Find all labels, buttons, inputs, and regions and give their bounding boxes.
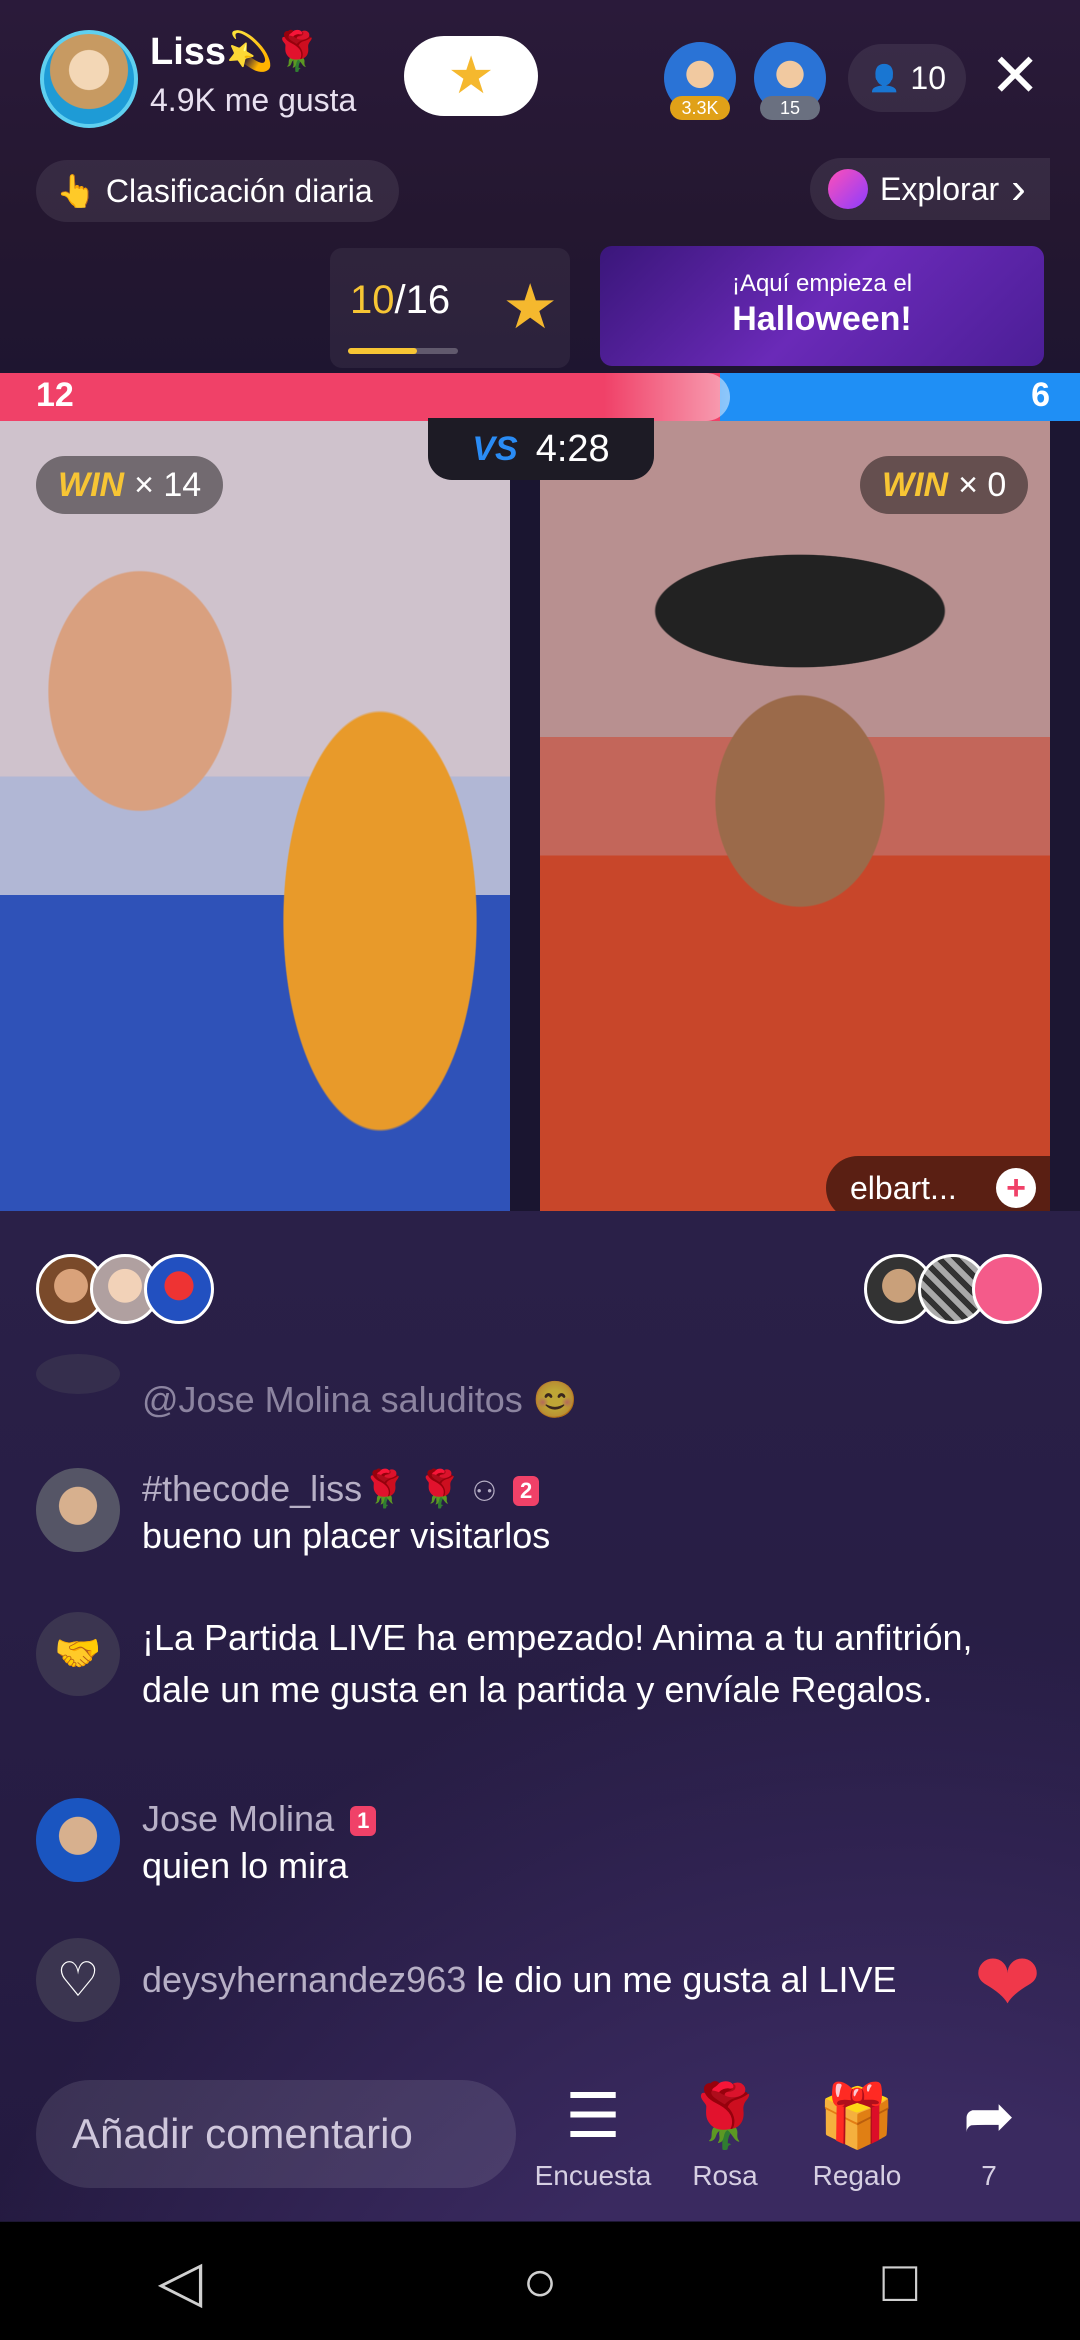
goal-progress-fill	[348, 348, 417, 354]
comment-input[interactable]: Añadir comentario	[36, 2080, 516, 2188]
goal-total: /16	[394, 278, 451, 322]
chat-message-text: quien lo mira	[142, 1845, 349, 1886]
chat-message[interactable]: #thecode_liss🌹 🌹 ⚇ 2 bueno un placer vis…	[36, 1468, 1046, 1562]
host-avatar[interactable]	[40, 30, 138, 128]
handshake-icon: 🤝	[36, 1612, 120, 1696]
poll-button[interactable]: ☰ Encuesta	[528, 2082, 658, 2192]
follow-button[interactable]: ★	[404, 36, 538, 116]
rose-icon: 🌹	[686, 2082, 764, 2151]
system-message-text: ¡La Partida LIVE ha empezado! Anima a tu…	[142, 1617, 973, 1710]
heart-outline-icon: ♡	[36, 1938, 120, 2022]
top-viewer-avatar-1[interactable]: 3.3K	[664, 42, 736, 120]
chat-avatar	[36, 1354, 120, 1394]
blue-team-score-bar	[720, 373, 1080, 421]
right-score: 6	[1031, 376, 1050, 414]
chat-username[interactable]: Jose Molina 1	[142, 1798, 377, 1840]
top-viewer-avatar-2[interactable]: 15	[754, 42, 826, 120]
rose-button[interactable]: 🌹 Rosa	[660, 2082, 790, 2192]
back-icon[interactable]: ◁	[80, 2247, 280, 2315]
level-badge: 2	[512, 1476, 540, 1507]
share-button[interactable]: ➦ 7	[924, 2082, 1054, 2192]
chat-message-text: bueno un placer visitarlos	[142, 1515, 551, 1556]
share-count: 7	[981, 2160, 997, 2191]
win-label: WIN	[58, 465, 125, 504]
system-navigation-bar: ◁ ○ □	[0, 2222, 1080, 2340]
vs-logo-icon: VS	[472, 429, 518, 468]
video-divider	[510, 421, 540, 1231]
floating-heart-icon: ❤	[974, 1938, 1042, 2027]
explore-label: Explorar	[880, 170, 1000, 207]
win-label: WIN	[882, 465, 949, 504]
banner-line-2: Halloween!	[732, 300, 912, 338]
left-gifter-avatar-3[interactable]	[144, 1254, 214, 1324]
goal-progress-text: 10/16	[350, 278, 450, 323]
chevron-right-icon: ›	[1011, 164, 1026, 213]
left-win-count: × 14	[134, 465, 202, 504]
daily-ranking-button[interactable]: 👆 Clasificación diaria	[36, 160, 399, 222]
chat-avatar[interactable]	[36, 1468, 120, 1552]
home-icon[interactable]: ○	[440, 2248, 640, 2315]
gift-icon: 🎁	[818, 2082, 896, 2151]
liker-username[interactable]: deysyhernandez963	[142, 1959, 466, 2000]
gift-label: Regalo	[812, 2160, 902, 2191]
goal-progress-bar	[348, 348, 458, 354]
like-notification: ♡ deysyhernandez963 le dio un me gusta a…	[36, 1938, 1046, 2022]
level-badge: 1	[350, 1806, 377, 1837]
chat-background	[0, 1211, 1080, 2221]
star-goal-widget[interactable]: 10/16 ★	[330, 248, 570, 368]
right-gifter-avatar-3[interactable]	[972, 1254, 1042, 1324]
plus-icon[interactable]: +	[996, 1168, 1036, 1208]
rose-label: Rosa	[692, 2160, 758, 2191]
star-icon: ★	[502, 273, 558, 342]
explore-button[interactable]: Explorar ›	[810, 158, 1050, 220]
battle-timer: VS 4:28	[428, 418, 654, 480]
close-icon[interactable]: ✕	[990, 46, 1040, 106]
score-divider-marker	[604, 373, 730, 421]
person-icon: 👤	[868, 62, 901, 93]
host-video-feed[interactable]	[0, 421, 510, 1211]
timer-value: 4:28	[535, 427, 610, 470]
banner-line-1: ¡Aquí empieza el	[731, 270, 913, 297]
gift-button[interactable]: 🎁 Regalo	[792, 2082, 922, 2192]
chat-message[interactable]: Jose Molina 1 quien lo mira	[36, 1798, 1046, 1892]
left-score: 12	[36, 376, 74, 414]
daily-ranking-label: Clasificación diaria	[105, 172, 373, 209]
halloween-banner[interactable]: ¡Aquí empieza el Halloween!	[600, 246, 1044, 366]
right-win-streak: WIN × 0	[860, 456, 1029, 514]
right-win-count: × 0	[958, 465, 1007, 504]
chat-avatar[interactable]	[36, 1798, 120, 1882]
share-icon: ➦	[963, 2082, 1015, 2151]
opponent-video-feed[interactable]	[540, 421, 1050, 1211]
opponent-name: elbart...	[850, 1169, 957, 1206]
subscriber-icon: ⚇	[471, 1476, 497, 1507]
viewer-badge: 15	[760, 96, 820, 120]
viewer-count: 10	[910, 59, 946, 96]
viewer-count-button[interactable]: 👤 10	[848, 44, 966, 112]
chat-message-text: @Jose Molina saluditos 😊	[142, 1379, 578, 1420]
chat-message[interactable]: @Jose Molina saluditos 😊	[36, 1354, 1046, 1426]
goal-current: 10	[350, 278, 395, 322]
recents-icon[interactable]: □	[800, 2248, 1000, 2315]
chat-username-text: Jose Molina	[142, 1798, 335, 1839]
hand-icon: 👆	[56, 173, 96, 209]
like-text: le dio un me gusta al LIVE	[476, 1959, 897, 2000]
star-icon: ★	[447, 47, 495, 105]
host-name[interactable]: Liss💫🌹	[150, 30, 321, 74]
viewer-badge: 3.3K	[670, 96, 730, 120]
planet-icon	[828, 169, 868, 209]
left-win-streak: WIN × 14	[36, 456, 224, 514]
chat-username[interactable]: #thecode_liss🌹 🌹 ⚇ 2	[142, 1468, 550, 1510]
host-likes: 4.9K me gusta	[150, 82, 357, 118]
poll-label: Encuesta	[534, 2160, 652, 2191]
poll-icon: ☰	[565, 2082, 621, 2151]
chat-username-text: #thecode_liss🌹 🌹	[142, 1468, 462, 1509]
system-message: 🤝 ¡La Partida LIVE ha empezado! Anima a …	[36, 1612, 1046, 1716]
